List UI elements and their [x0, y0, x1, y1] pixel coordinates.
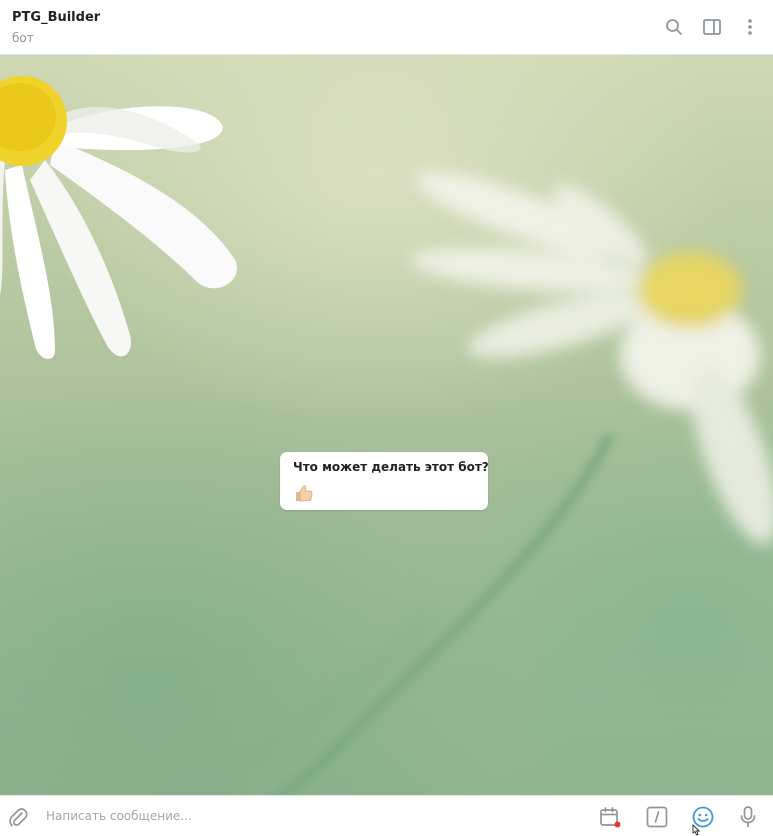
message-bubble[interactable]: Что может делать этот бот?	[280, 452, 489, 510]
thumbs-up-emoji-icon	[293, 484, 313, 502]
daisy-wallpaper	[0, 76, 773, 795]
message-input[interactable]	[46, 806, 566, 826]
chat-header: PTG_Builder бот	[0, 0, 773, 55]
paperclip-icon[interactable]	[6, 805, 30, 829]
message-composer	[0, 795, 773, 836]
mouse-cursor-icon	[692, 824, 701, 836]
search-icon[interactable]	[663, 16, 685, 38]
bot-commands-icon[interactable]	[645, 805, 669, 829]
message-text: Что может делать этот бот?	[293, 460, 489, 474]
chat-title[interactable]: PTG_Builder	[12, 10, 100, 25]
microphone-icon[interactable]	[736, 805, 760, 829]
chat-area[interactable]: Что может делать этот бот?	[0, 55, 773, 795]
side-panel-icon[interactable]	[701, 16, 723, 38]
schedule-calendar-icon[interactable]	[598, 805, 622, 829]
chat-status: бот	[12, 31, 34, 45]
more-vertical-icon[interactable]	[739, 16, 761, 38]
